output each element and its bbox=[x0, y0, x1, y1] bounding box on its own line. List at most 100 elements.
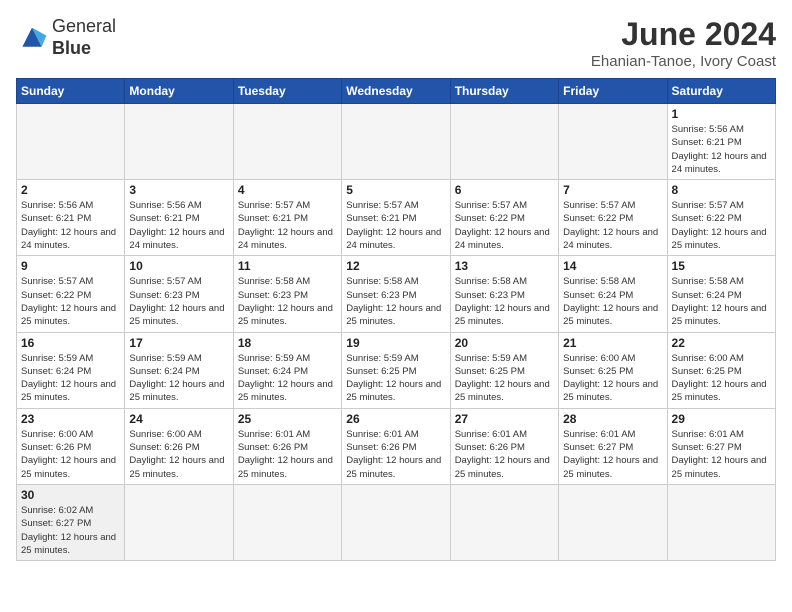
day-number: 26 bbox=[346, 412, 445, 426]
day-number: 23 bbox=[21, 412, 120, 426]
calendar-cell: 27Sunrise: 6:01 AMSunset: 6:26 PMDayligh… bbox=[450, 408, 558, 484]
calendar-week-row: 9 Sunrise: 5:57 AMSunset: 6:22 PMDaylight… bbox=[17, 256, 776, 332]
day-number: 6 bbox=[455, 183, 554, 197]
day-number: 14 bbox=[563, 259, 662, 273]
day-number: 25 bbox=[238, 412, 337, 426]
day-number: 19 bbox=[346, 336, 445, 350]
logo-icon bbox=[16, 24, 48, 52]
day-number: 8 bbox=[672, 183, 771, 197]
day-info: Sunrise: 5:58 AMSunset: 6:23 PMDaylight:… bbox=[455, 275, 554, 328]
calendar-cell: 14 Sunrise: 5:58 AMSunset: 6:24 PMDayligh… bbox=[559, 256, 667, 332]
day-number: 22 bbox=[672, 336, 771, 350]
day-info: Sunrise: 6:00 AMSunset: 6:26 PMDaylight:… bbox=[129, 428, 228, 481]
day-number: 3 bbox=[129, 183, 228, 197]
day-number: 9 bbox=[21, 259, 120, 273]
calendar-cell: 2 Sunrise: 5:56 AMSunset: 6:21 PMDaylight… bbox=[17, 180, 125, 256]
calendar-cell: 21Sunrise: 6:00 AMSunset: 6:25 PMDayligh… bbox=[559, 332, 667, 408]
calendar-cell: 11 Sunrise: 5:58 AMSunset: 6:23 PMDayligh… bbox=[233, 256, 341, 332]
day-info: Sunrise: 5:59 AMSunset: 6:24 PMDaylight:… bbox=[238, 352, 337, 405]
calendar-cell bbox=[342, 104, 450, 180]
calendar-header-row: Sunday Monday Tuesday Wednesday Thursday… bbox=[17, 79, 776, 104]
calendar-cell bbox=[450, 104, 558, 180]
calendar-cell: 30 Sunrise: 6:02 AMSunset: 6:27 PMDayligh… bbox=[17, 484, 125, 560]
calendar-cell: 13Sunrise: 5:58 AMSunset: 6:23 PMDayligh… bbox=[450, 256, 558, 332]
day-info: Sunrise: 6:01 AMSunset: 6:27 PMDaylight:… bbox=[672, 428, 771, 481]
calendar-week-row: 30 Sunrise: 6:02 AMSunset: 6:27 PMDayligh… bbox=[17, 484, 776, 560]
calendar-cell: 9 Sunrise: 5:57 AMSunset: 6:22 PMDaylight… bbox=[17, 256, 125, 332]
day-info: Sunrise: 5:57 AMSunset: 6:22 PMDaylight:… bbox=[455, 199, 554, 252]
day-info: Sunrise: 5:57 AMSunset: 6:21 PMDaylight:… bbox=[346, 199, 445, 252]
day-number: 30 bbox=[21, 488, 120, 502]
day-info: Sunrise: 5:59 AMSunset: 6:24 PMDaylight:… bbox=[129, 352, 228, 405]
month-year-title: June 2024 bbox=[591, 16, 776, 53]
calendar-cell bbox=[233, 484, 341, 560]
calendar-cell: 4Sunrise: 5:57 AMSunset: 6:21 PMDaylight… bbox=[233, 180, 341, 256]
calendar-cell: 23 Sunrise: 6:00 AMSunset: 6:26 PMDayligh… bbox=[17, 408, 125, 484]
day-info: Sunrise: 5:58 AMSunset: 6:24 PMDaylight:… bbox=[563, 275, 662, 328]
location-subtitle: Ehanian-Tanoe, Ivory Coast bbox=[591, 53, 776, 70]
day-info: Sunrise: 5:59 AMSunset: 6:24 PMDaylight:… bbox=[21, 352, 120, 405]
day-info: Sunrise: 6:00 AMSunset: 6:25 PMDaylight:… bbox=[672, 352, 771, 405]
calendar-cell: 19 Sunrise: 5:59 AMSunset: 6:25 PMDayligh… bbox=[342, 332, 450, 408]
day-number: 11 bbox=[238, 259, 337, 273]
day-number: 16 bbox=[21, 336, 120, 350]
day-info: Sunrise: 5:57 AMSunset: 6:23 PMDaylight:… bbox=[129, 275, 228, 328]
day-number: 5 bbox=[346, 183, 445, 197]
calendar-cell: 28Sunrise: 6:01 AMSunset: 6:27 PMDayligh… bbox=[559, 408, 667, 484]
day-number: 2 bbox=[21, 183, 120, 197]
calendar-cell bbox=[559, 104, 667, 180]
day-number: 18 bbox=[238, 336, 337, 350]
calendar-week-row: 16 Sunrise: 5:59 AMSunset: 6:24 PMDayligh… bbox=[17, 332, 776, 408]
calendar-cell bbox=[559, 484, 667, 560]
day-number: 12 bbox=[346, 259, 445, 273]
day-info: Sunrise: 5:56 AMSunset: 6:21 PMDaylight:… bbox=[21, 199, 120, 252]
calendar-cell: 25 Sunrise: 6:01 AMSunset: 6:26 PMDayligh… bbox=[233, 408, 341, 484]
calendar-cell: 5 Sunrise: 5:57 AMSunset: 6:21 PMDaylight… bbox=[342, 180, 450, 256]
calendar-cell: 16 Sunrise: 5:59 AMSunset: 6:24 PMDayligh… bbox=[17, 332, 125, 408]
calendar-cell: 29Sunrise: 6:01 AMSunset: 6:27 PMDayligh… bbox=[667, 408, 775, 484]
day-info: Sunrise: 5:56 AMSunset: 6:21 PMDaylight:… bbox=[129, 199, 228, 252]
calendar-cell: 24Sunrise: 6:00 AMSunset: 6:26 PMDayligh… bbox=[125, 408, 233, 484]
calendar-cell: 7 Sunrise: 5:57 AMSunset: 6:22 PMDaylight… bbox=[559, 180, 667, 256]
logo: GeneralBlue bbox=[16, 16, 116, 59]
day-number: 7 bbox=[563, 183, 662, 197]
page-header: GeneralBlue June 2024 Ehanian-Tanoe, Ivo… bbox=[16, 16, 776, 70]
day-number: 20 bbox=[455, 336, 554, 350]
day-info: Sunrise: 6:01 AMSunset: 6:26 PMDaylight:… bbox=[238, 428, 337, 481]
calendar-week-row: 1Sunrise: 5:56 AMSunset: 6:21 PMDaylight… bbox=[17, 104, 776, 180]
calendar-cell: 1Sunrise: 5:56 AMSunset: 6:21 PMDaylight… bbox=[667, 104, 775, 180]
day-info: Sunrise: 5:59 AMSunset: 6:25 PMDaylight:… bbox=[346, 352, 445, 405]
day-number: 21 bbox=[563, 336, 662, 350]
day-info: Sunrise: 5:58 AMSunset: 6:23 PMDaylight:… bbox=[346, 275, 445, 328]
col-wednesday: Wednesday bbox=[342, 79, 450, 104]
day-info: Sunrise: 5:58 AMSunset: 6:23 PMDaylight:… bbox=[238, 275, 337, 328]
calendar-table: Sunday Monday Tuesday Wednesday Thursday… bbox=[16, 78, 776, 561]
title-block: June 2024 Ehanian-Tanoe, Ivory Coast bbox=[591, 16, 776, 70]
col-friday: Friday bbox=[559, 79, 667, 104]
day-info: Sunrise: 6:00 AMSunset: 6:26 PMDaylight:… bbox=[21, 428, 120, 481]
calendar-cell: 15Sunrise: 5:58 AMSunset: 6:24 PMDayligh… bbox=[667, 256, 775, 332]
day-info: Sunrise: 6:01 AMSunset: 6:26 PMDaylight:… bbox=[455, 428, 554, 481]
day-info: Sunrise: 5:57 AMSunset: 6:22 PMDaylight:… bbox=[563, 199, 662, 252]
day-number: 17 bbox=[129, 336, 228, 350]
calendar-cell: 12 Sunrise: 5:58 AMSunset: 6:23 PMDayligh… bbox=[342, 256, 450, 332]
calendar-cell: 17 Sunrise: 5:59 AMSunset: 6:24 PMDayligh… bbox=[125, 332, 233, 408]
day-info: Sunrise: 5:57 AMSunset: 6:22 PMDaylight:… bbox=[672, 199, 771, 252]
day-info: Sunrise: 5:57 AMSunset: 6:22 PMDaylight:… bbox=[21, 275, 120, 328]
calendar-cell bbox=[450, 484, 558, 560]
col-monday: Monday bbox=[125, 79, 233, 104]
calendar-cell bbox=[342, 484, 450, 560]
calendar-cell bbox=[233, 104, 341, 180]
calendar-cell: 18 Sunrise: 5:59 AMSunset: 6:24 PMDayligh… bbox=[233, 332, 341, 408]
calendar-cell bbox=[17, 104, 125, 180]
calendar-cell bbox=[125, 104, 233, 180]
calendar-cell: 22 Sunrise: 6:00 AMSunset: 6:25 PMDayligh… bbox=[667, 332, 775, 408]
logo-text: GeneralBlue bbox=[52, 16, 116, 59]
day-info: Sunrise: 6:02 AMSunset: 6:27 PMDaylight:… bbox=[21, 504, 120, 557]
day-info: Sunrise: 6:01 AMSunset: 6:27 PMDaylight:… bbox=[563, 428, 662, 481]
calendar-cell bbox=[125, 484, 233, 560]
calendar-cell: 26Sunrise: 6:01 AMSunset: 6:26 PMDayligh… bbox=[342, 408, 450, 484]
calendar-cell: 20 Sunrise: 5:59 AMSunset: 6:25 PMDayligh… bbox=[450, 332, 558, 408]
day-info: Sunrise: 5:56 AMSunset: 6:21 PMDaylight:… bbox=[672, 123, 771, 176]
day-info: Sunrise: 5:59 AMSunset: 6:25 PMDaylight:… bbox=[455, 352, 554, 405]
